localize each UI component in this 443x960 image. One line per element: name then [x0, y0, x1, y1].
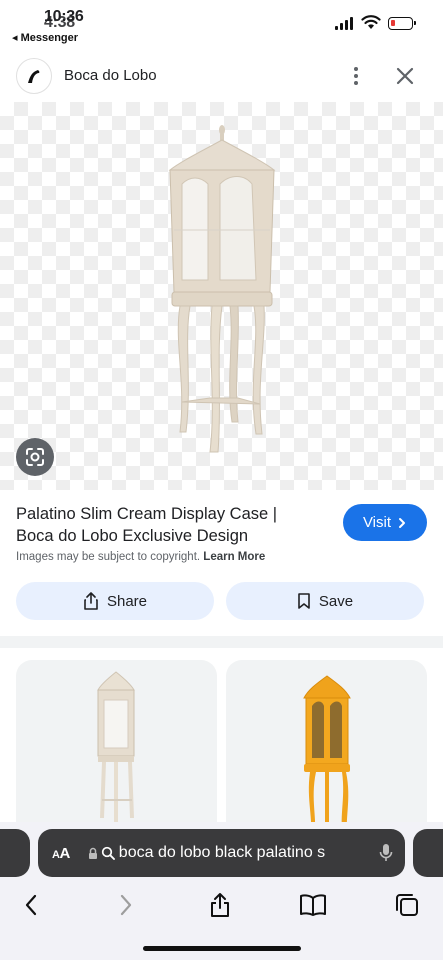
- related-thumbnail: [303, 675, 351, 840]
- save-label: Save: [318, 592, 354, 610]
- bookmarks-icon[interactable]: [298, 890, 328, 920]
- browser-toolbar: [0, 884, 443, 960]
- copyright-notice: Images may be subject to copyright. Lear…: [16, 551, 265, 563]
- learn-more-link[interactable]: Learn More: [203, 551, 265, 563]
- lens-icon[interactable]: [16, 438, 54, 476]
- site-logo-icon: [16, 58, 52, 94]
- back-icon[interactable]: [16, 890, 46, 920]
- status-bar: 4:38 10:36 ◂ Messenger: [0, 0, 443, 48]
- result-title[interactable]: Palatino Slim Cream Display Case | Boca …: [16, 503, 316, 547]
- search-icon: [101, 846, 115, 860]
- related-result-card[interactable]: [16, 660, 217, 840]
- save-button[interactable]: Save: [226, 582, 424, 620]
- address-bar[interactable]: AA boca do lobo black palatino s: [38, 829, 405, 877]
- visit-button[interactable]: Visit: [343, 504, 427, 541]
- related-thumbnail: [97, 671, 135, 830]
- site-header: Boca do Lobo: [0, 52, 443, 100]
- tabs-icon[interactable]: [392, 890, 422, 920]
- site-name[interactable]: Boca do Lobo: [64, 67, 157, 84]
- lock-icon: [88, 847, 97, 859]
- share-button[interactable]: Share: [16, 582, 214, 620]
- mic-icon[interactable]: [379, 843, 393, 863]
- browser-address-bar-area: AA boca do lobo black palatino s: [0, 822, 443, 884]
- share-label: Share: [106, 592, 148, 610]
- visit-label: Visit: [362, 514, 392, 531]
- previous-tab-edge[interactable]: [0, 829, 30, 877]
- reader-settings-button[interactable]: AA: [52, 845, 70, 862]
- product-image[interactable]: [0, 102, 443, 490]
- section-divider: [0, 636, 443, 648]
- battery-icon: [388, 17, 416, 30]
- next-tab-edge[interactable]: [413, 829, 443, 877]
- bookmark-icon: [298, 593, 310, 609]
- close-icon[interactable]: [393, 64, 417, 88]
- copyright-text: Images may be subject to copyright.: [16, 551, 201, 563]
- wifi-icon: [361, 15, 381, 29]
- share-icon: [84, 592, 98, 610]
- home-indicator: [143, 946, 301, 951]
- clock-time: 10:36: [44, 8, 84, 25]
- chevron-right-icon: [399, 517, 406, 528]
- related-result-card[interactable]: [226, 660, 427, 840]
- clock: 4:38 10:36: [44, 8, 88, 32]
- back-to-app-link[interactable]: ◂ Messenger: [12, 31, 78, 44]
- more-vert-icon[interactable]: [346, 64, 366, 88]
- display-case-illustration: [168, 125, 276, 453]
- forward-icon[interactable]: [111, 890, 141, 920]
- share-sheet-icon[interactable]: [205, 890, 235, 920]
- signal-icon: [335, 17, 353, 30]
- address-text: boca do lobo black palatino s: [118, 844, 326, 861]
